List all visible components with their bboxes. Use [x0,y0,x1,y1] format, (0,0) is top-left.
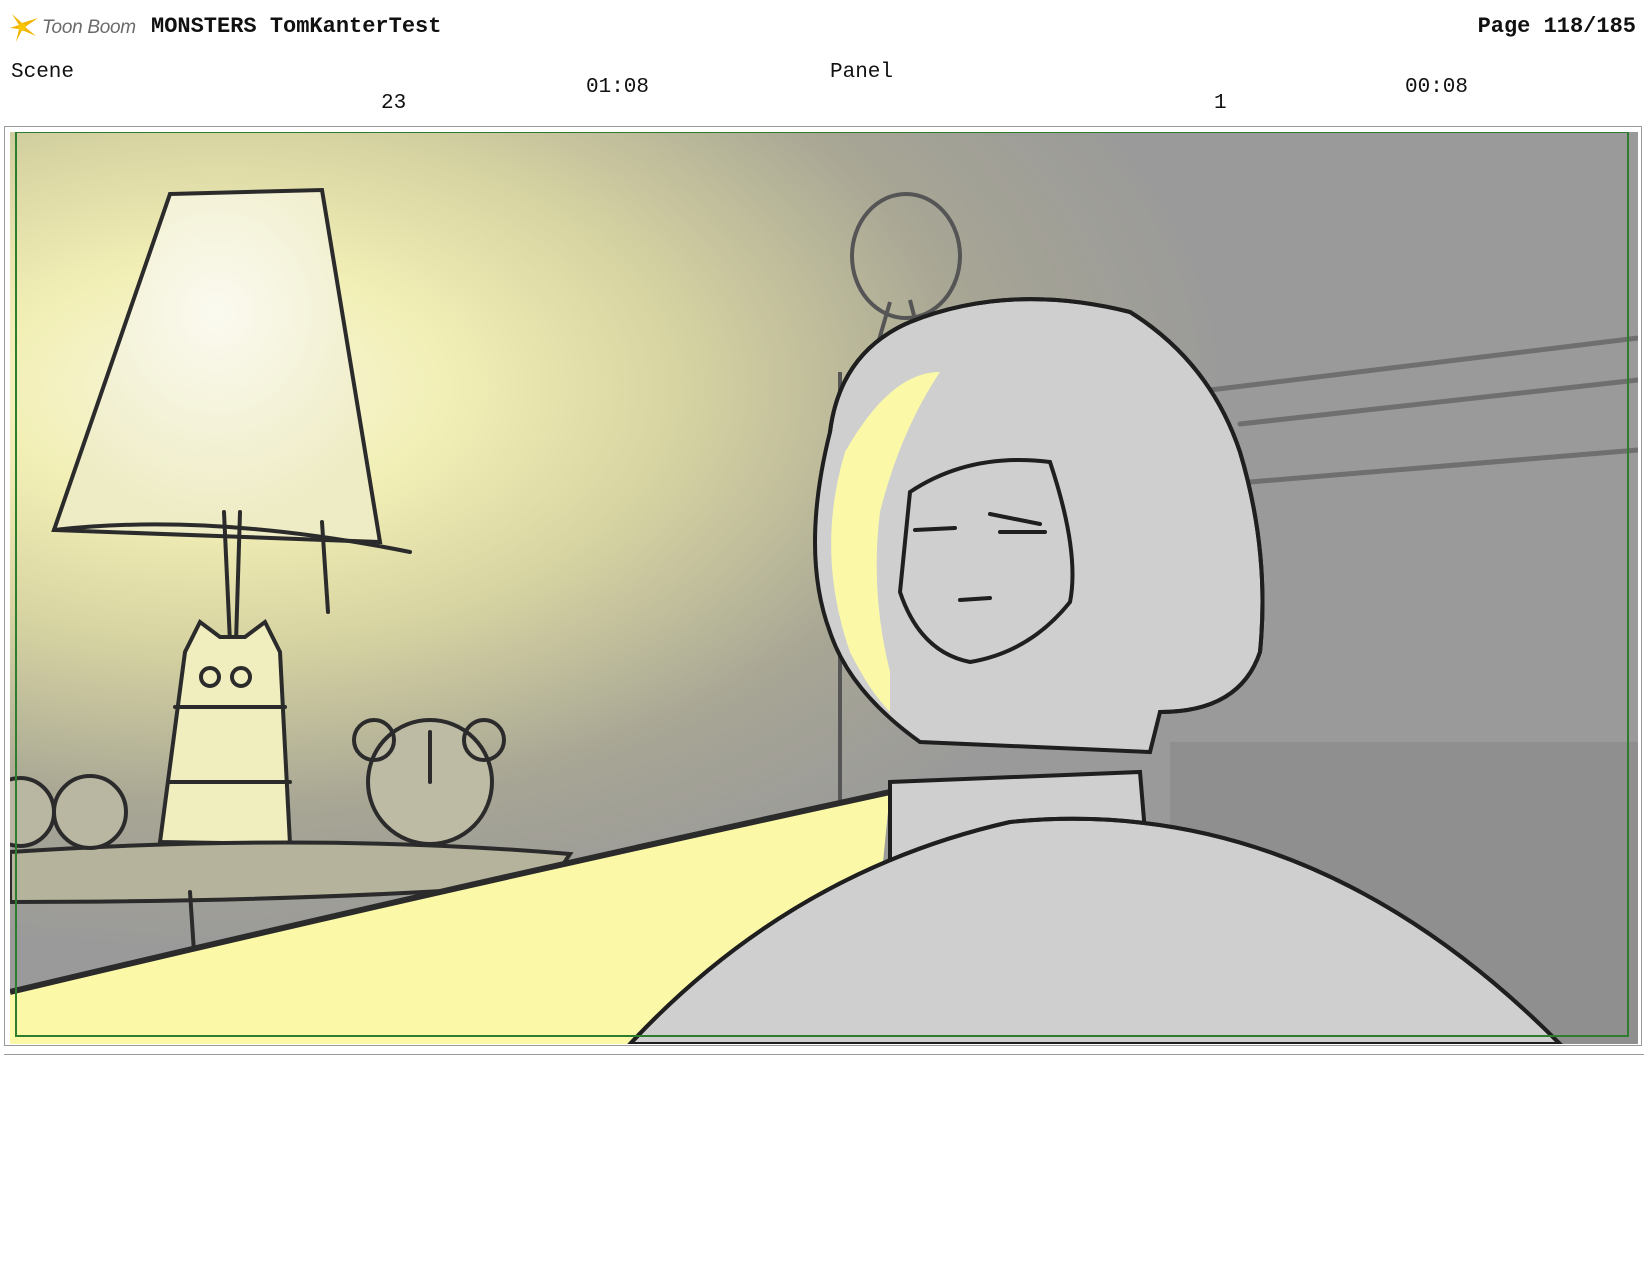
storyboard-panel-image [10,132,1638,1044]
scene-label: Scene [11,61,75,84]
starburst-icon [10,14,38,42]
panel-duration: 00:08 [1405,76,1469,99]
logo-text: Toon Boom [42,17,136,38]
panel-number: 1 [1214,92,1227,115]
project-title: MONSTERS TomKanterTest [151,14,442,39]
panel-divider [4,1054,1644,1055]
scene-duration: 01:08 [586,76,650,99]
panel-label: Panel [830,61,894,84]
scene-number: 23 [381,92,407,115]
page-number: Page 118/185 [1477,14,1636,39]
toon-boom-logo: Toon Boom [8,10,136,46]
